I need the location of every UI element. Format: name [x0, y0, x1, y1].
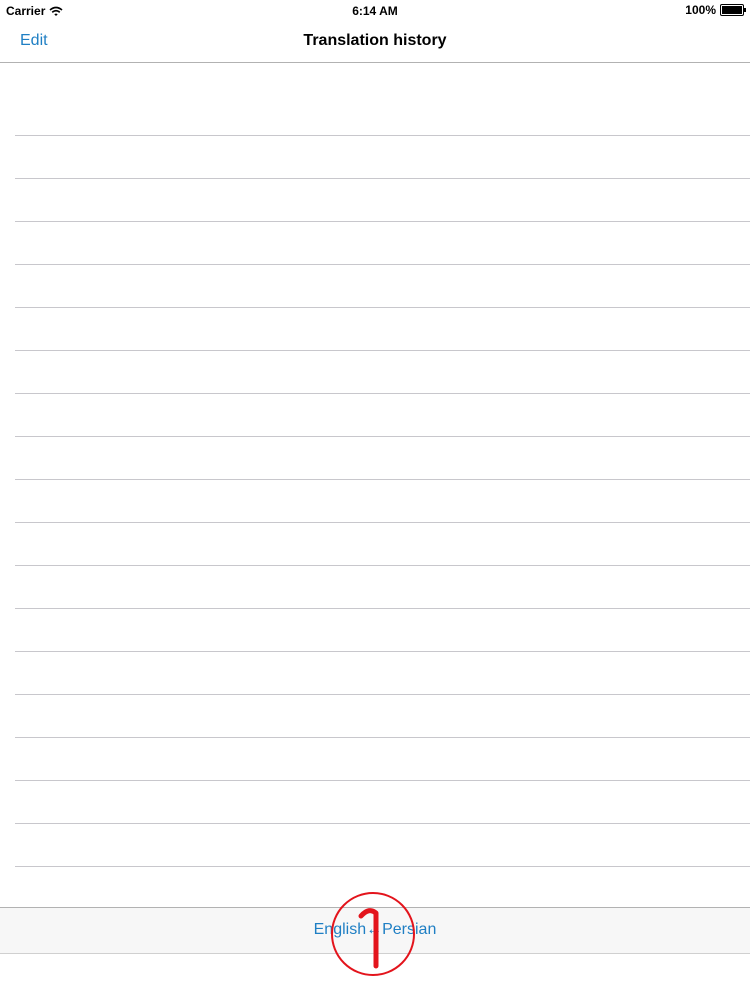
table-row-separator: [15, 651, 750, 652]
status-bar: Carrier 6:14 AM 100%: [0, 0, 750, 22]
table-row-separator: [15, 393, 750, 394]
table-row-separator: [15, 780, 750, 781]
table-row-separator: [15, 737, 750, 738]
battery-indicator: 100%: [685, 3, 746, 17]
table-row-separator: [15, 823, 750, 824]
table-row-separator: [15, 436, 750, 437]
bottom-toolbar: English↔Persian: [0, 907, 750, 954]
table-row-separator: [15, 694, 750, 695]
language-pair-button[interactable]: English↔Persian: [0, 921, 750, 939]
battery-percent: 100%: [685, 3, 716, 17]
clock: 6:14 AM: [352, 4, 398, 18]
table-row-separator: [15, 522, 750, 523]
table-row-separator: [15, 479, 750, 480]
table-row-separator: [15, 178, 750, 179]
history-table[interactable]: [0, 63, 750, 907]
table-row-separator: [15, 264, 750, 265]
table-row-separator: [15, 307, 750, 308]
battery-icon: [720, 4, 746, 16]
table-row-separator: [15, 135, 750, 136]
table-row-separator: [15, 565, 750, 566]
table-row-separator: [15, 866, 750, 867]
table-row-separator: [15, 350, 750, 351]
table-row-separator: [15, 608, 750, 609]
page-title: Translation history: [303, 32, 447, 49]
navigation-bar: Edit Translation history: [0, 22, 750, 63]
table-row-separator: [15, 221, 750, 222]
